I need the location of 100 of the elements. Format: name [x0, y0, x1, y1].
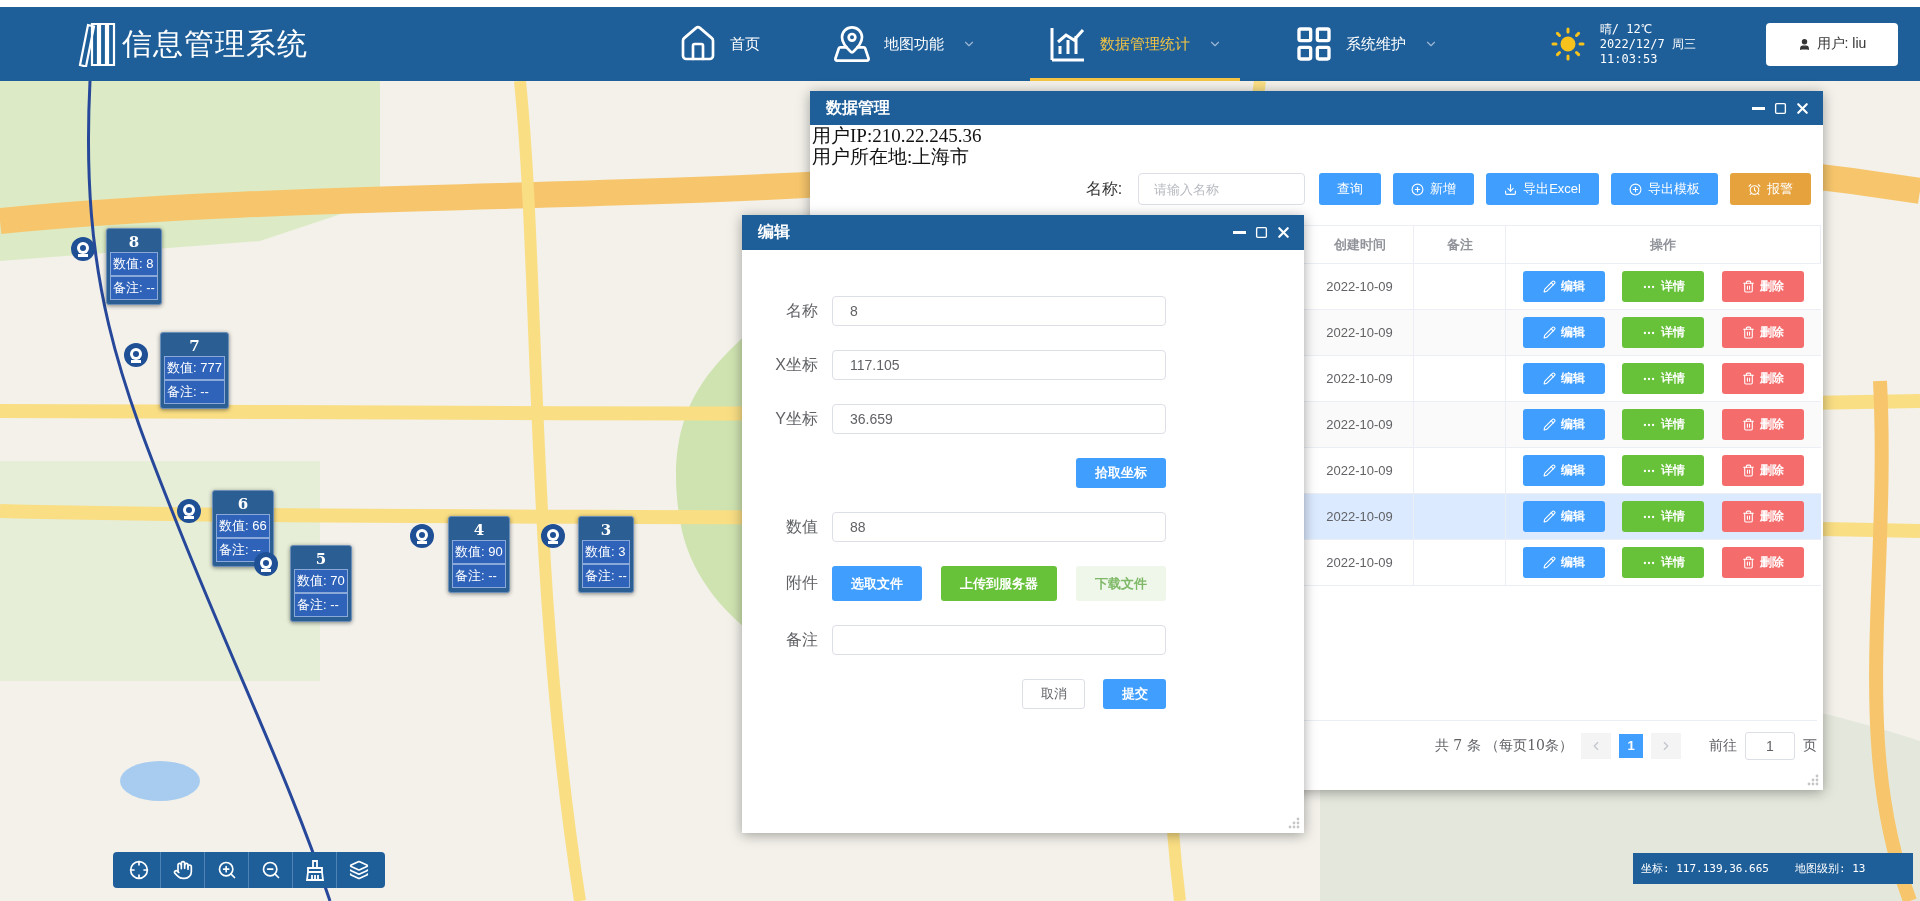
resize-grip-icon[interactable]: [1806, 773, 1820, 787]
layers-icon: [349, 860, 369, 880]
toolbar-button[interactable]: 报警: [1730, 173, 1811, 205]
download-icon: [1504, 182, 1518, 196]
marker-field: 备注: --: [294, 593, 348, 617]
file-button[interactable]: 选取文件: [832, 566, 922, 601]
trash-icon: [1742, 556, 1756, 569]
books-logo-icon: [78, 21, 116, 67]
user-button[interactable]: 用户: liu: [1766, 22, 1898, 66]
weather-condition: 晴/ 12℃: [1599, 21, 1653, 37]
toolbar-button[interactable]: 新增: [1393, 173, 1475, 205]
form-label: X坐标: [774, 354, 818, 375]
map-marker-card[interactable]: 6 数值: 66 备注: --: [212, 490, 274, 567]
map-marker-card[interactable]: 3 数值: 3 备注: --: [578, 516, 634, 593]
page-number-button[interactable]: 1: [1619, 733, 1643, 758]
row-action-button[interactable]: 详情: [1622, 271, 1705, 302]
row-action-button[interactable]: 详情: [1622, 317, 1705, 348]
row-action-button[interactable]: 详情: [1622, 501, 1705, 532]
marker-field: 备注: --: [452, 564, 506, 588]
map-marker-card[interactable]: 7 数值: 777 备注: --: [160, 332, 229, 409]
alarm-clock-icon: [1748, 182, 1761, 196]
row-action-button[interactable]: 详情: [1622, 363, 1705, 394]
camera-pin-icon[interactable]: [409, 523, 435, 549]
form-label: Y坐标: [774, 408, 818, 429]
form-input-field[interactable]: 8: [832, 296, 1166, 326]
nav-menu-item[interactable]: 系统维护: [1276, 7, 1456, 81]
nav-menu-item[interactable]: 首页: [660, 7, 778, 81]
weather-date: 2022/12/7 周三: [1599, 36, 1696, 52]
pick-coordinates-button[interactable]: 拾取坐标: [1076, 458, 1166, 488]
row-action-button[interactable]: 编辑: [1522, 455, 1605, 486]
marker-field: 备注: --: [582, 564, 630, 588]
form-input-field[interactable]: 36.659: [832, 404, 1166, 434]
minimize-icon: [1751, 106, 1765, 110]
camera-pin-icon[interactable]: [70, 236, 96, 262]
zoom-in-icon: [216, 860, 237, 880]
row-action-button[interactable]: 删除: [1722, 317, 1805, 348]
form-label: 备注: [785, 629, 818, 650]
toolbar-button[interactable]: 导出Excel: [1486, 173, 1599, 205]
user-info-text: 用户所在地:上海市: [811, 146, 971, 167]
camera-pin-icon[interactable]: [540, 523, 566, 549]
row-action-button[interactable]: 详情: [1622, 455, 1705, 486]
row-action-button[interactable]: 删除: [1722, 547, 1805, 578]
row-action-button[interactable]: 删除: [1722, 271, 1805, 302]
name-search-field[interactable]: 请输入名称: [1138, 173, 1306, 205]
row-action-button[interactable]: 编辑: [1522, 317, 1605, 348]
submit-button[interactable]: 提交: [1103, 679, 1166, 709]
form-label: 名称: [785, 300, 818, 321]
marker-field: 备注: --: [110, 276, 158, 300]
row-action-button[interactable]: 编辑: [1522, 501, 1605, 532]
zoom-out-icon: [260, 860, 281, 880]
camera-pin-icon[interactable]: [176, 498, 202, 524]
zoom-level-text: 地图级别: 13: [1794, 861, 1866, 876]
row-action-button[interactable]: 删除: [1722, 455, 1805, 486]
marker-field: 数值: 66: [216, 514, 270, 538]
camera-pin-icon[interactable]: [123, 342, 149, 368]
nav-menu-item[interactable]: 地图功能: [814, 7, 994, 81]
camera-pin-icon[interactable]: [253, 551, 279, 577]
row-action-button[interactable]: 编辑: [1522, 363, 1605, 394]
marker-title: 8: [127, 232, 141, 252]
toolbar-button[interactable]: 查询: [1319, 173, 1382, 205]
marker-field: 数值: 777: [164, 356, 225, 380]
row-action-button[interactable]: 编辑: [1522, 271, 1605, 302]
row-action-button[interactable]: 删除: [1722, 501, 1805, 532]
form-label: 附件: [785, 573, 818, 593]
marker-title: 6: [236, 494, 250, 514]
goto-label: 前往: [1709, 736, 1737, 755]
window-title: 数据管理: [826, 97, 890, 118]
app-title: 信息管理系统: [122, 25, 308, 62]
form-input-field[interactable]: 117.105: [832, 350, 1166, 380]
resize-grip-icon[interactable]: [1287, 816, 1301, 830]
row-action-button[interactable]: 编辑: [1522, 409, 1605, 440]
maximize-icon: [1254, 226, 1268, 239]
form-input-field[interactable]: [832, 625, 1166, 655]
minimize-icon: [1232, 231, 1246, 234]
map-marker-card[interactable]: 5 数值: 70 备注: --: [290, 545, 352, 622]
plus-circle-icon: [1629, 182, 1642, 196]
weather-time: 11:03:53: [1599, 51, 1659, 67]
trash-icon: [1742, 418, 1756, 431]
row-action-button[interactable]: 详情: [1622, 547, 1705, 578]
map-marker-card[interactable]: 8 数值: 8 备注: --: [106, 228, 162, 305]
file-button[interactable]: 上传到服务器: [941, 566, 1057, 601]
crosshair-icon: [128, 860, 149, 880]
cancel-button[interactable]: 取消: [1022, 679, 1085, 709]
user-icon: [1797, 37, 1811, 51]
row-action-button[interactable]: 编辑: [1522, 547, 1605, 578]
toolbar-button[interactable]: 导出模板: [1611, 173, 1718, 205]
row-action-button[interactable]: 删除: [1722, 363, 1805, 394]
goto-page-field[interactable]: 1: [1745, 731, 1795, 760]
row-action-button[interactable]: 删除: [1722, 409, 1805, 440]
form-input-field[interactable]: 88: [832, 512, 1166, 542]
map-marker-card[interactable]: 4 数值: 90 备注: --: [448, 516, 510, 593]
table-cell: 2022-10-09: [1306, 494, 1414, 540]
map-pin-icon: [832, 24, 872, 64]
form-label: 数值: [785, 516, 818, 537]
table-cell: 2022-10-09: [1306, 310, 1414, 356]
row-action-button[interactable]: 详情: [1622, 409, 1705, 440]
table-cell: 2022-10-09: [1306, 540, 1414, 586]
pencil-icon: [1542, 418, 1556, 431]
marker-field: 备注: --: [164, 380, 225, 404]
trash-icon: [1742, 372, 1756, 385]
